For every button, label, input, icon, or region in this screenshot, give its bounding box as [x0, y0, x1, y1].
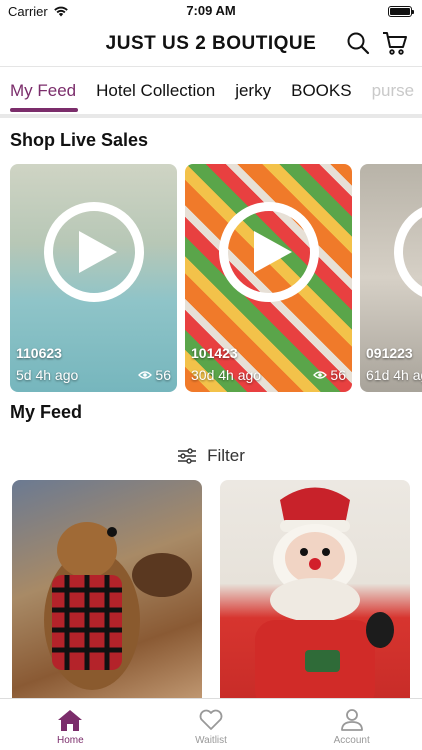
product-image	[255, 487, 394, 710]
my-feed-title: My Feed	[10, 402, 83, 422]
tab-hotel-collection[interactable]: Hotel Collection	[86, 67, 225, 114]
play-icon	[218, 202, 319, 302]
nav-account[interactable]: Account	[281, 699, 422, 750]
nav-home[interactable]: Home	[0, 699, 141, 750]
status-left: Carrier	[8, 4, 69, 19]
product-image	[44, 522, 192, 690]
live-video-card[interactable]: 091223 61d 4h ago	[360, 164, 422, 392]
tab-purse[interactable]: purse	[362, 67, 422, 114]
app-header: JUST US 2 BOUTIQUE	[0, 22, 422, 66]
user-icon	[340, 708, 363, 731]
nav-waitlist[interactable]: Waitlist	[141, 699, 282, 750]
heart-icon	[199, 709, 223, 730]
tab-jerky[interactable]: jerky	[225, 67, 281, 114]
bottom-tab-bar: Home Waitlist Account	[0, 698, 422, 750]
view-count: 56	[155, 367, 171, 383]
video-title: 091223	[366, 345, 413, 361]
video-views: 56	[138, 367, 171, 383]
filter-button[interactable]: Filter	[0, 432, 422, 480]
eye-icon	[313, 371, 328, 379]
tab-my-feed[interactable]: My Feed	[0, 67, 86, 114]
category-tabs: My Feed Hotel Collection jerky BOOKS pur…	[0, 66, 422, 114]
live-sales-title: Shop Live Sales	[10, 130, 149, 150]
live-video-card[interactable]: 101423 30d 4h ago 56	[185, 164, 352, 392]
brand-title: JUST US 2 BOUTIQUE	[105, 33, 317, 54]
video-title: 101423	[191, 345, 238, 361]
video-title: 110623	[16, 345, 62, 361]
nav-home-label: Home	[56, 734, 84, 746]
live-video-card[interactable]: 110623 5d 4h ago 56	[10, 164, 177, 392]
tab-books[interactable]: BOOKS	[281, 67, 361, 114]
nav-account-label: Account	[333, 734, 370, 746]
battery-icon	[388, 5, 414, 17]
nav-waitlist-label: Waitlist	[195, 734, 227, 746]
play-icon	[43, 202, 144, 302]
cart-icon[interactable]	[382, 30, 408, 56]
video-time-ago: 61d 4h ago	[366, 367, 422, 383]
header-actions	[346, 30, 408, 56]
wifi-icon	[53, 6, 68, 17]
video-views: 56	[313, 367, 346, 383]
home-icon	[58, 709, 83, 731]
live-video-carousel: 110623 5d 4h ago 56 101423 30d 4h ago 56…	[0, 164, 422, 392]
eye-icon	[138, 371, 153, 379]
filter-label: Filter	[207, 446, 245, 465]
feed-grid	[0, 480, 422, 710]
feed-item[interactable]	[12, 480, 202, 710]
feed-item[interactable]	[220, 480, 410, 710]
filter-icon	[178, 448, 197, 464]
search-icon[interactable]	[346, 31, 370, 55]
status-bar: Carrier 7:09 AM	[0, 0, 422, 22]
play-icon	[393, 202, 422, 302]
video-time-ago: 30d 4h ago	[191, 367, 262, 383]
carrier-label: Carrier	[8, 3, 48, 19]
view-count: 56	[330, 367, 346, 383]
video-time-ago: 5d 4h ago	[16, 367, 79, 383]
